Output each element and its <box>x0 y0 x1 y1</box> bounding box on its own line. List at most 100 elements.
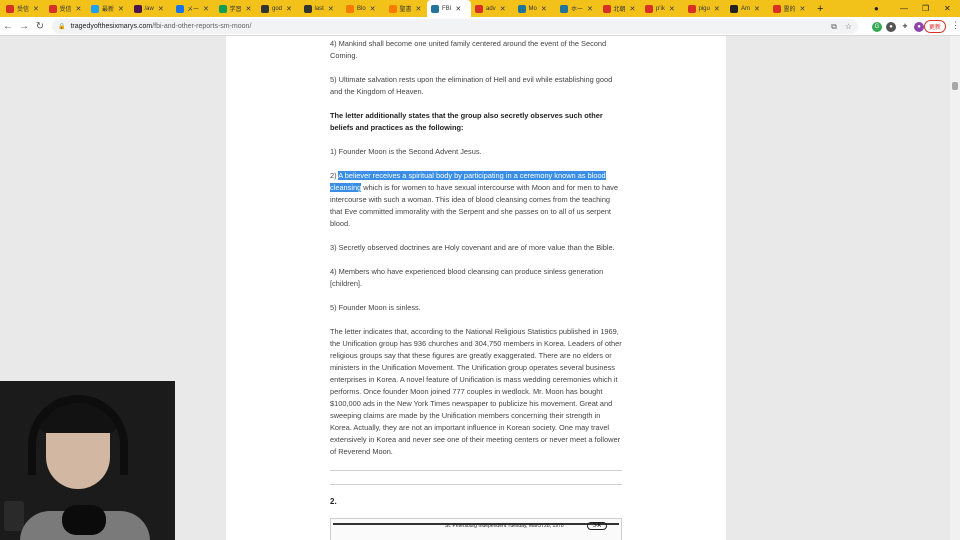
browser-tab[interactable]: FBI ✕ <box>427 0 471 17</box>
tab-close-icon[interactable]: ✕ <box>416 5 422 13</box>
tab-close-icon[interactable]: ✕ <box>203 5 209 13</box>
browser-tab[interactable]: /aw ✕ <box>130 0 173 17</box>
tab-favicon-icon <box>687 4 696 13</box>
tab-close-icon[interactable]: ✕ <box>286 5 292 13</box>
browser-tab[interactable]: last ✕ <box>300 0 343 17</box>
tab-close-icon[interactable]: ✕ <box>328 5 334 13</box>
tab-close-icon[interactable]: ✕ <box>158 5 164 13</box>
tab-label: 最新 <box>102 7 115 13</box>
tab-close-icon[interactable]: ✕ <box>714 5 720 13</box>
lock-icon[interactable]: 🔒 <box>58 23 65 30</box>
tab-close-icon[interactable]: ✕ <box>246 5 252 13</box>
tab-favicon-icon <box>218 4 227 13</box>
tab-label: Mo <box>528 5 537 12</box>
cup-shape <box>4 501 24 531</box>
tab-close-icon[interactable]: ✕ <box>587 5 593 13</box>
back-icon[interactable]: ← <box>0 21 16 32</box>
minimize-icon[interactable]: — <box>900 0 908 17</box>
tab-label: 学習 <box>229 7 242 13</box>
paragraph-believer: 2) A believer receives a spiritual body … <box>330 171 618 228</box>
tab-close-icon[interactable]: ✕ <box>76 5 82 13</box>
tab-favicon-icon <box>346 4 354 13</box>
tab-label: メー <box>187 7 200 13</box>
browser-tab[interactable]: 聖書 ✕ <box>385 0 428 17</box>
divider <box>330 470 622 471</box>
maximize-icon[interactable]: ❐ <box>922 0 929 17</box>
headphones-icon <box>28 395 128 475</box>
paragraph-sinless: 5) Founder Moon is sinless. <box>330 303 421 312</box>
close-window-icon[interactable]: ✕ <box>944 0 951 17</box>
browser-tab[interactable]: pigu ✕ <box>684 0 727 17</box>
tab-favicon-icon <box>602 4 611 13</box>
paragraph-salvation: 5) Ultimate salvation rests upon the eli… <box>330 75 613 96</box>
update-button[interactable]: 更新 <box>924 20 947 33</box>
browser-tab[interactable]: p'ik ✕ <box>641 0 684 17</box>
tab-label: last <box>314 5 324 12</box>
reload-icon[interactable]: ↻ <box>32 21 48 32</box>
tab-favicon-icon <box>517 4 526 13</box>
forward-icon[interactable]: → <box>16 21 32 32</box>
url-text: tragedyofthesixmarys.com/fbi-and-other-r… <box>70 23 252 30</box>
paragraph-members: 4) Members who have experienced blood cl… <box>330 267 604 288</box>
browser-tab[interactable]: 受信 ✕ <box>2 0 45 17</box>
tab-close-icon[interactable]: ✕ <box>800 5 806 13</box>
tab-close-icon[interactable]: ✕ <box>370 5 376 13</box>
new-tab-button[interactable]: + <box>811 3 829 15</box>
tab-close-icon[interactable]: ✕ <box>455 5 461 13</box>
tab-close-icon[interactable]: ✕ <box>669 5 675 13</box>
browser-tab[interactable]: Am ✕ <box>726 0 769 17</box>
tab-strip: 受信 ✕ 受信 ✕ 最新 ✕/aw ✕ メー ✕ 学習 ✕ god ✕ last ✕ Blo ✕ 聖書 ✕ FBI ✕ a… <box>0 0 960 17</box>
tab-favicon-icon <box>48 4 57 13</box>
tab-favicon-icon <box>560 4 568 13</box>
browser-tab[interactable]: 北朝 ✕ <box>599 0 642 17</box>
browser-tab[interactable]: ホー ✕ <box>556 0 599 17</box>
tab-favicon-icon <box>6 4 14 13</box>
grammarly-icon[interactable]: G <box>872 21 882 32</box>
tab-close-icon[interactable]: ✕ <box>33 5 39 13</box>
translate-icon[interactable]: ⧉ <box>831 22 837 32</box>
paragraph-statistics: The letter indicates that, according to … <box>330 327 622 456</box>
avatar[interactable]: ● <box>914 21 924 32</box>
tab-close-icon[interactable]: ✕ <box>118 5 124 13</box>
tab-favicon-icon <box>645 4 653 13</box>
kebab-menu-icon[interactable]: ⋮ <box>951 20 960 31</box>
browser-tab[interactable]: 学習 ✕ <box>215 0 258 17</box>
scrollbar[interactable] <box>950 36 960 540</box>
tab-favicon-icon <box>303 4 312 13</box>
tab-close-icon[interactable]: ✕ <box>500 5 506 13</box>
tab-label: p'ik <box>656 5 665 12</box>
tab-close-icon[interactable]: ✕ <box>541 5 547 13</box>
browser-tab[interactable]: Blo ✕ <box>342 0 385 17</box>
browser-tab[interactable]: 霊的 ✕ <box>769 0 812 17</box>
browser-tab[interactable]: god ✕ <box>257 0 300 17</box>
tab-label: 霊的 <box>783 7 796 13</box>
address-bar[interactable]: 🔒 tragedyofthesixmarys.com/fbi-and-other… <box>52 19 858 34</box>
tab-favicon-icon <box>388 4 397 13</box>
browser-tab[interactable]: adv ✕ <box>471 0 514 17</box>
browser-tab[interactable]: Mo ✕ <box>514 0 557 17</box>
tab-label: adv <box>486 5 496 12</box>
tab-favicon-icon <box>772 4 781 13</box>
paragraph-founder: 1) Founder Moon is the Second Advent Jes… <box>330 147 482 156</box>
tab-label: 北朝 <box>613 7 626 13</box>
article-page: 4) Mankind shall become one united famil… <box>226 36 726 540</box>
puzzle-icon[interactable]: ✚ <box>900 21 910 32</box>
tab-close-icon[interactable]: ✕ <box>630 5 636 13</box>
browser-tab[interactable]: 受信 ✕ <box>45 0 88 17</box>
tab-label: pigu <box>698 5 710 12</box>
tab-close-icon[interactable]: ✕ <box>754 5 760 13</box>
tab-favicon-icon <box>91 4 99 13</box>
tab-favicon-icon <box>730 4 738 13</box>
bookmark-star-icon[interactable]: ☆ <box>845 22 852 32</box>
microphone-icon <box>62 505 106 535</box>
scrollbar-thumb[interactable] <box>952 82 958 90</box>
tab-label: ホー <box>571 7 584 13</box>
tab-label: 聖書 <box>399 7 412 13</box>
profile-icon[interactable]: ● <box>874 0 879 17</box>
paragraph-covenant: 3) Secretly observed doctrines are Holy … <box>330 243 615 252</box>
extension-icon[interactable]: ● <box>886 21 896 32</box>
tab-favicon-icon <box>176 4 184 13</box>
tab-favicon-icon <box>261 4 269 13</box>
browser-tab[interactable]: メー ✕ <box>172 0 215 17</box>
browser-tab[interactable]: 最新 ✕ <box>87 0 130 17</box>
